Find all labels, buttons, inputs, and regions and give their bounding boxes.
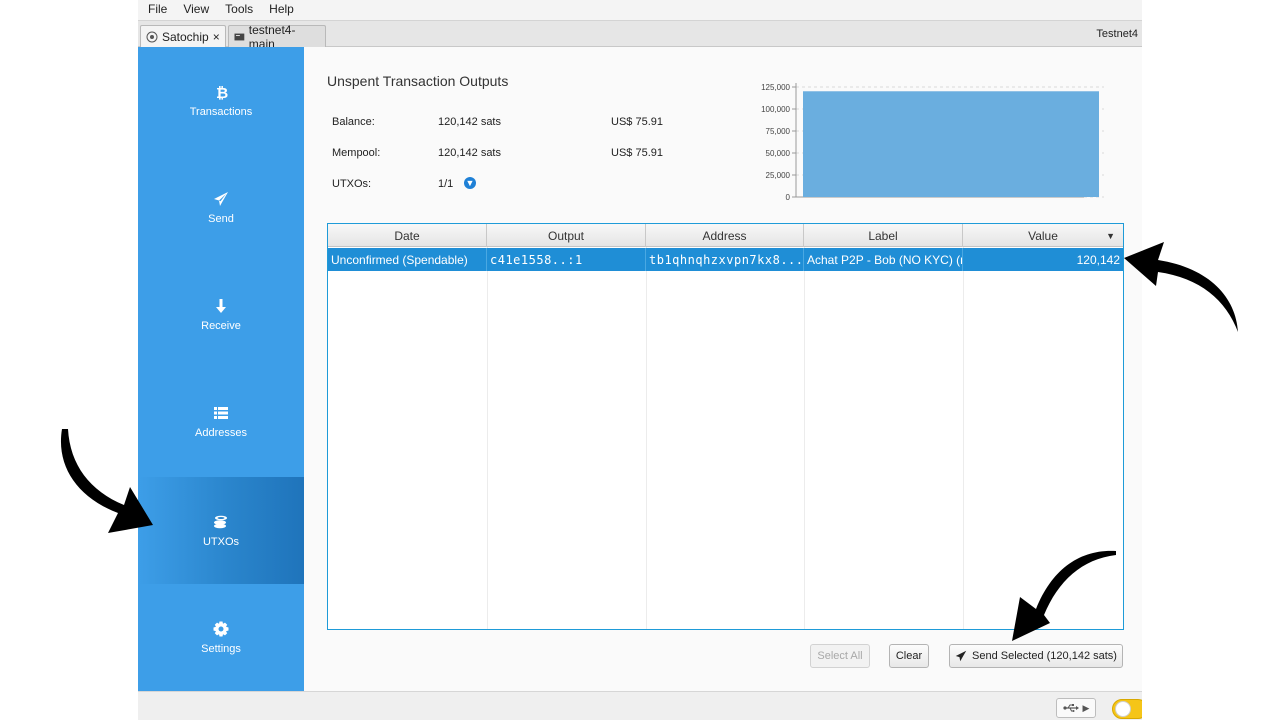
network-label: Testnet4 (1096, 28, 1138, 40)
select-all-button[interactable]: Select All (810, 644, 870, 668)
menu-help[interactable]: Help (269, 2, 294, 16)
sort-descending-icon[interactable]: ▼ (1106, 231, 1115, 241)
sidebar-item-label: UTXOs (202, 535, 240, 548)
send-selected-label: Send Selected (120,142 sats) (972, 650, 1117, 662)
table-row[interactable]: Unconfirmed (Spendable) c41e1558..:1 tb1… (328, 248, 1123, 271)
status-bar: ▶ (138, 691, 1142, 720)
bitcoin-icon: ₿ (216, 84, 228, 100)
chart-tick-label: 0 (786, 193, 791, 202)
toggle-knob (1115, 701, 1131, 717)
wallet-icon (146, 31, 158, 42)
menu-bar: File View Tools Help (138, 0, 1142, 18)
chart-tick-label: 125,000 (761, 83, 790, 92)
chart-bar[interactable] (803, 91, 1099, 197)
column-header-date[interactable]: Date (328, 224, 487, 247)
sidebar-item-label: Receive (201, 319, 241, 332)
app-window: File View Tools Help Satochip × testnet4… (138, 0, 1142, 720)
balance-label: Balance: (332, 116, 375, 128)
balance-fiat: US$ 75.91 (611, 116, 663, 128)
download-circle-icon[interactable]: ▼ (464, 177, 476, 189)
svg-text:₿: ₿ (216, 84, 228, 100)
sidebar-item-label: Send (208, 212, 234, 225)
chart-tick-label: 50,000 (766, 149, 791, 158)
cell-value: 120,142 (1076, 252, 1120, 267)
column-header-address[interactable]: Address (646, 224, 804, 247)
sidebar-item-transactions[interactable]: ₿ Transactions (138, 47, 304, 154)
column-divider (963, 247, 964, 629)
gear-icon (213, 621, 229, 636)
sidebar-item-addresses[interactable]: Addresses (138, 368, 304, 475)
page-title: Unspent Transaction Outputs (327, 73, 509, 89)
column-header-output[interactable]: Output (487, 224, 646, 247)
connection-toggle[interactable] (1112, 699, 1142, 719)
play-icon: ▶ (1082, 702, 1090, 713)
chart-tick-label: 75,000 (766, 127, 791, 136)
cell-date: Unconfirmed (Spendable) (328, 248, 487, 271)
mempool-label: Mempool: (332, 147, 381, 159)
annotation-arrow-right (1124, 242, 1238, 332)
tab-satochip[interactable]: Satochip × (140, 25, 226, 47)
sidebar-item-label: Transactions (189, 105, 253, 118)
tab-bar: Satochip × testnet4-main Testnet4 (138, 20, 1142, 51)
send-icon (955, 650, 967, 662)
column-divider (804, 247, 805, 629)
tab-label: Satochip (162, 29, 209, 44)
cell-label: Achat P2P - Bob (NO KYC) (r... (804, 248, 963, 271)
column-header-value-label: Value (1028, 228, 1058, 243)
menu-view[interactable]: View (183, 2, 209, 16)
usb-device-button[interactable]: ▶ (1056, 698, 1096, 718)
mempool-fiat: US$ 75.91 (611, 147, 663, 159)
utxo-chart: 125,000 100,000 75,000 50,000 25,000 0 (761, 83, 1104, 202)
menu-file[interactable]: File (148, 2, 167, 16)
sidebar: ₿ Transactions Send Receive Addresses UT… (138, 47, 304, 691)
mempool-value: 120,142 sats (438, 147, 501, 159)
utxo-count-label: UTXOs: (332, 178, 372, 190)
menu-tools[interactable]: Tools (225, 2, 253, 16)
chart-tick-label: 100,000 (761, 105, 790, 114)
column-divider (487, 247, 488, 629)
sidebar-item-send[interactable]: Send (138, 154, 304, 261)
send-icon (214, 191, 228, 206)
sidebar-item-receive[interactable]: Receive (138, 261, 304, 368)
annotation-arrow-left (60, 429, 154, 533)
coins-icon (214, 515, 227, 528)
tab-testnet4-main[interactable]: testnet4-main (228, 23, 326, 51)
close-icon[interactable]: × (213, 30, 220, 44)
usb-icon (1062, 704, 1079, 712)
chart-tick-label: 25,000 (766, 171, 791, 180)
column-header-label[interactable]: Label (804, 224, 963, 247)
sidebar-item-label: Addresses (195, 426, 247, 439)
cell-address: tb1qhnqhzxvpn7kx8... (646, 248, 804, 271)
sidebar-item-label: Settings (201, 642, 241, 655)
storage-icon (234, 33, 245, 40)
clear-button[interactable]: Clear (889, 644, 929, 668)
column-divider (646, 247, 647, 629)
column-header-value[interactable]: Value ▼ (963, 224, 1123, 247)
sidebar-item-settings[interactable]: Settings (138, 584, 304, 691)
balance-value: 120,142 sats (438, 116, 501, 128)
send-selected-button[interactable]: Send Selected (120,142 sats) (949, 644, 1123, 668)
table-header: Date Output Address Label Value ▼ (328, 224, 1123, 247)
list-icon (214, 406, 228, 419)
sidebar-item-utxos[interactable]: UTXOs (138, 477, 304, 584)
arrow-down-icon (216, 298, 226, 313)
annotation-arrow-bottom (1012, 550, 1116, 641)
cell-output: c41e1558..:1 (487, 248, 646, 271)
utxo-count-value: 1/1 (438, 178, 454, 190)
